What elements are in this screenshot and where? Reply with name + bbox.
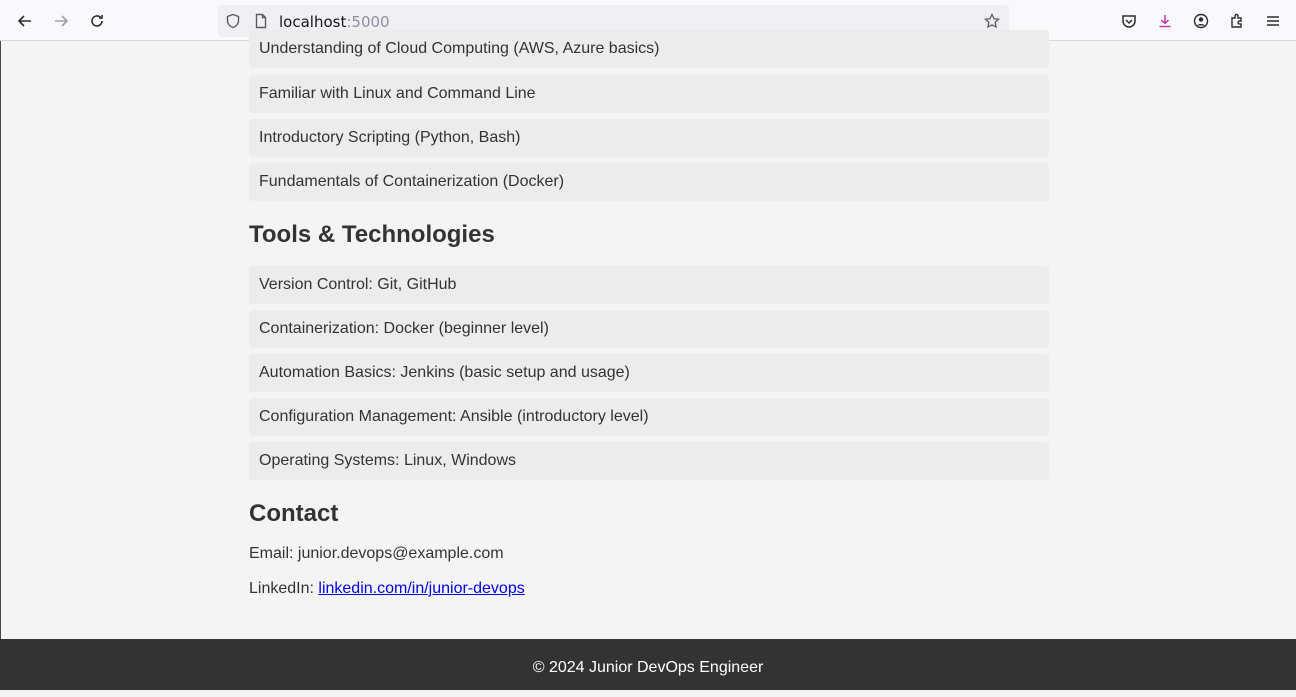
forward-icon[interactable] (47, 7, 75, 35)
skill-item: Understanding of Cloud Computing (AWS, A… (249, 30, 1049, 68)
back-icon[interactable] (11, 7, 39, 35)
reload-icon[interactable] (83, 7, 111, 35)
tools-heading: Tools & Technologies (249, 221, 495, 248)
account-icon[interactable] (1187, 7, 1215, 35)
contact-email: Email: junior.devops@example.com (249, 545, 504, 562)
window-edge (0, 41, 1, 639)
pocket-icon[interactable] (1115, 7, 1143, 35)
url-text[interactable]: localhost:5000 (279, 13, 390, 31)
menu-icon[interactable] (1259, 7, 1287, 35)
tool-item: Containerization: Docker (beginner level… (249, 310, 1049, 348)
tool-item: Operating Systems: Linux, Windows (249, 442, 1049, 480)
tool-item: Automation Basics: Jenkins (basic setup … (249, 354, 1049, 392)
page-footer: © 2024 Junior DevOps Engineer (0, 639, 1296, 690)
tool-item: Version Control: Git, GitHub (249, 266, 1049, 304)
footer-text: © 2024 Junior DevOps Engineer (532, 659, 764, 676)
downloads-icon[interactable] (1151, 7, 1179, 35)
extensions-icon[interactable] (1223, 7, 1251, 35)
skill-item: Fundamentals of Containerization (Docker… (249, 163, 1049, 201)
skill-item: Familiar with Linux and Command Line (249, 75, 1049, 113)
linkedin-label: LinkedIn: (249, 580, 319, 597)
linkedin-link[interactable]: linkedin.com/in/junior-devops (318, 580, 524, 597)
page-icon[interactable] (253, 13, 269, 29)
skill-item: Introductory Scripting (Python, Bash) (249, 119, 1049, 157)
shield-icon[interactable] (225, 13, 241, 29)
contact-heading: Contact (249, 500, 339, 527)
bookmark-star-icon[interactable] (984, 12, 1000, 29)
tool-item: Configuration Management: Ansible (intro… (249, 398, 1049, 436)
contact-linkedin: LinkedIn: linkedin.com/in/junior-devops (249, 580, 525, 598)
